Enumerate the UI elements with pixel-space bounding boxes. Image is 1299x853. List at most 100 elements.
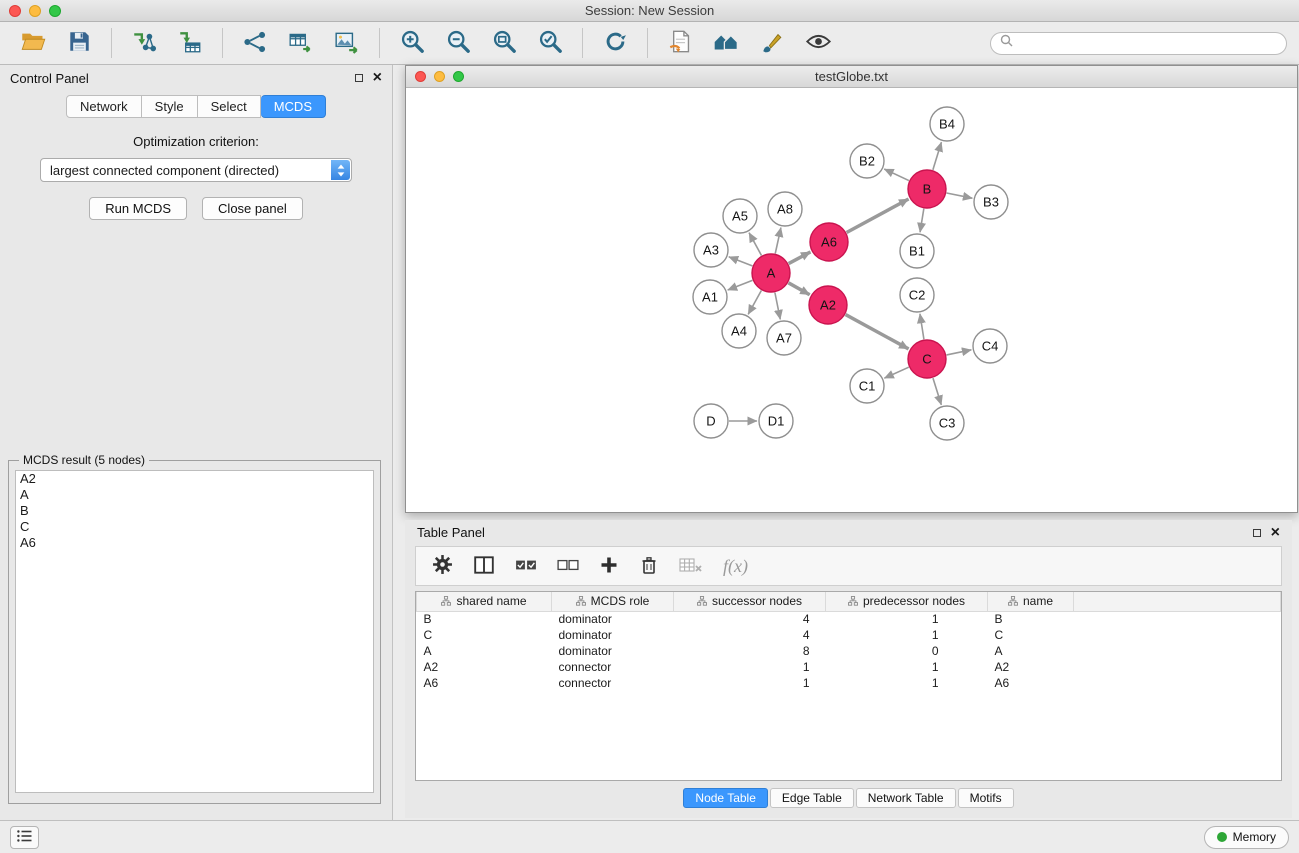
cell[interactable]: connector: [552, 659, 674, 675]
cell[interactable]: 4: [674, 611, 826, 627]
mcds-result-item[interactable]: C: [16, 519, 373, 535]
node-B4[interactable]: B4: [930, 107, 964, 141]
cell[interactable]: A6: [417, 675, 552, 691]
zoom-selected-button[interactable]: [529, 24, 571, 62]
select-all-button[interactable]: [515, 550, 537, 582]
tab-node-table[interactable]: Node Table: [683, 788, 768, 808]
search-input[interactable]: [1018, 36, 1277, 50]
node-C[interactable]: C: [908, 340, 946, 378]
network-canvas[interactable]: B4B2BB3A5A8A6A3B1AA1C2A2A4A7CC4C1C3DD1: [406, 89, 1297, 512]
save-session-button[interactable]: [58, 24, 100, 62]
close-table-panel-icon[interactable]: ×: [1271, 525, 1280, 541]
node-C1[interactable]: C1: [850, 369, 884, 403]
cell[interactable]: A2: [417, 659, 552, 675]
node-A2[interactable]: A2: [809, 286, 847, 324]
mcds-result-item[interactable]: A: [16, 487, 373, 503]
node-A6[interactable]: A6: [810, 223, 848, 261]
cell[interactable]: A: [988, 643, 1074, 659]
table-row[interactable]: Bdominator41B: [417, 611, 1281, 627]
edge-B-B1[interactable]: [920, 209, 924, 232]
function-builder-button[interactable]: f(x): [723, 550, 748, 582]
select-none-button[interactable]: [557, 550, 579, 582]
close-panel-icon[interactable]: ×: [373, 70, 382, 86]
node-D[interactable]: D: [694, 404, 728, 438]
cell[interactable]: 4: [674, 627, 826, 643]
node-C2[interactable]: C2: [900, 278, 934, 312]
tab-motifs[interactable]: Motifs: [958, 788, 1014, 808]
edge-B-B3[interactable]: [947, 193, 973, 198]
import-table-button[interactable]: [169, 24, 211, 62]
column-header-MCDS-role[interactable]: MCDS role: [552, 592, 674, 611]
mcds-result-list[interactable]: A2ABCA6: [15, 470, 374, 793]
zoom-fit-button[interactable]: [483, 24, 525, 62]
node-B3[interactable]: B3: [974, 185, 1008, 219]
optimization-criterion-select[interactable]: largest connected component (directed): [40, 158, 352, 182]
cell[interactable]: 1: [826, 611, 988, 627]
node-A4[interactable]: A4: [722, 314, 756, 348]
edge-A-A1[interactable]: [728, 280, 753, 290]
cell[interactable]: dominator: [552, 611, 674, 627]
node-A1[interactable]: A1: [693, 280, 727, 314]
float-table-panel-button[interactable]: [1253, 529, 1261, 537]
zoom-in-button[interactable]: [391, 24, 433, 62]
edge-A-A2[interactable]: [788, 283, 809, 295]
edge-C-C1[interactable]: [884, 367, 908, 378]
show-columns-button[interactable]: [473, 550, 495, 582]
float-panel-button[interactable]: [355, 74, 363, 82]
cell[interactable]: 1: [826, 675, 988, 691]
table-row[interactable]: A6connector11A6: [417, 675, 1281, 691]
edge-C-C2[interactable]: [920, 314, 924, 339]
cell[interactable]: B: [988, 611, 1074, 627]
close-panel-button[interactable]: Close panel: [202, 197, 303, 220]
tab-mcds[interactable]: MCDS: [261, 95, 326, 118]
tab-style[interactable]: Style: [142, 95, 198, 118]
cell[interactable]: 1: [826, 627, 988, 643]
column-header-name[interactable]: name: [988, 592, 1074, 611]
edge-C-C3[interactable]: [933, 378, 941, 405]
cell[interactable]: 1: [674, 659, 826, 675]
tab-select[interactable]: Select: [198, 95, 261, 118]
edge-A-A6[interactable]: [789, 252, 811, 264]
table-settings-button[interactable]: [432, 550, 453, 582]
mcds-result-item[interactable]: A2: [16, 471, 373, 487]
cell[interactable]: A: [417, 643, 552, 659]
node-A3[interactable]: A3: [694, 233, 728, 267]
task-history-button[interactable]: [10, 826, 39, 849]
edge-B-B2[interactable]: [884, 169, 909, 181]
tab-network-table[interactable]: Network Table: [856, 788, 956, 808]
graphics-details-button[interactable]: [751, 24, 793, 62]
network-close-button[interactable]: [415, 71, 426, 82]
minimize-window-button[interactable]: [29, 5, 41, 17]
node-B1[interactable]: B1: [900, 234, 934, 268]
delete-table-button[interactable]: [679, 550, 703, 582]
export-image-button[interactable]: [326, 24, 368, 62]
memory-button[interactable]: Memory: [1204, 826, 1289, 849]
export-network-button[interactable]: [234, 24, 276, 62]
cell[interactable]: 8: [674, 643, 826, 659]
fullscreen-window-button[interactable]: [49, 5, 61, 17]
home-button[interactable]: [705, 24, 747, 62]
edge-C-C4[interactable]: [947, 350, 972, 355]
edge-A2-C[interactable]: [846, 315, 909, 349]
tab-network[interactable]: Network: [66, 95, 142, 118]
delete-column-button[interactable]: [639, 550, 659, 582]
export-table-button[interactable]: [280, 24, 322, 62]
network-zoom-button[interactable]: [453, 71, 464, 82]
table-row[interactable]: A2connector11A2: [417, 659, 1281, 675]
refresh-view-button[interactable]: [594, 24, 636, 62]
mcds-result-item[interactable]: B: [16, 503, 373, 519]
table-row[interactable]: Adominator80A: [417, 643, 1281, 659]
column-header-successor-nodes[interactable]: successor nodes: [674, 592, 826, 611]
node-table[interactable]: shared nameMCDS rolesuccessor nodesprede…: [415, 591, 1282, 781]
cell[interactable]: dominator: [552, 643, 674, 659]
node-A[interactable]: A: [752, 254, 790, 292]
add-column-button[interactable]: [599, 550, 619, 582]
zoom-out-button[interactable]: [437, 24, 479, 62]
cell[interactable]: C: [988, 627, 1074, 643]
cell[interactable]: C: [417, 627, 552, 643]
cell[interactable]: B: [417, 611, 552, 627]
node-B2[interactable]: B2: [850, 144, 884, 178]
search-box[interactable]: [990, 32, 1287, 55]
cell[interactable]: A6: [988, 675, 1074, 691]
cell[interactable]: 1: [674, 675, 826, 691]
